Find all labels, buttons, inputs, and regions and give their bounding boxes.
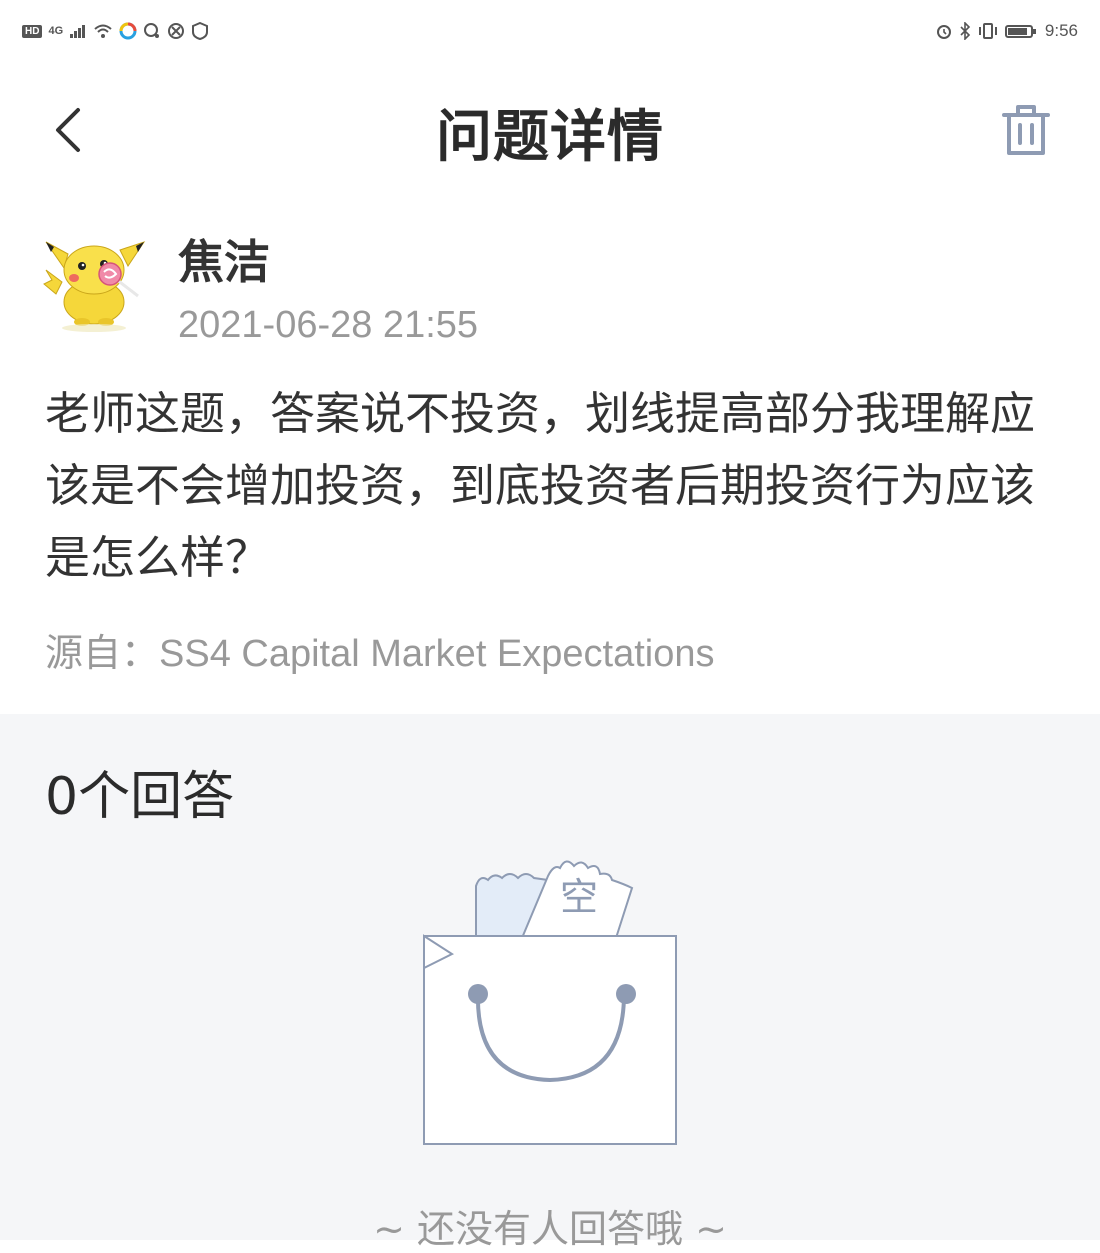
question-source: 源自：SS4 Capital Market Expectations — [45, 622, 715, 677]
signal-icon — [70, 25, 86, 38]
answers-count: 0个回答 — [45, 767, 235, 827]
shield-notification-icon — [192, 22, 209, 40]
source-label: 源自： — [45, 631, 160, 675]
question-card: 焦洁 2021-06-28 21:55 老师这题，答案说不投资，划线提高部分我理… — [0, 202, 1100, 714]
app-notification-icon — [119, 22, 137, 40]
source-value[interactable]: SS4 Capital Market Expectations — [159, 633, 715, 675]
battery-icon — [1004, 24, 1036, 38]
status-time: 9:56 — [1044, 21, 1078, 40]
trash-icon — [1002, 105, 1050, 155]
chat-notification-icon — [144, 23, 160, 38]
wifi-icon — [94, 24, 112, 38]
hd-badge: HD — [22, 24, 43, 38]
status-bar-left: HD 4G — [22, 22, 209, 40]
empty-bag-icon: 空 — [423, 860, 677, 1145]
status-bar: HD 4G 9:56 — [0, 0, 1100, 62]
status-bar-right: 9:56 — [935, 21, 1078, 41]
empty-message: ~ 还没有人回答哦 ~ — [373, 1207, 727, 1251]
avatar-image — [43, 241, 146, 332]
network-type-label: 4G — [48, 25, 64, 37]
header: 问题详情 — [0, 62, 1100, 202]
vibrate-icon — [978, 23, 997, 39]
alarm-icon — [936, 25, 951, 39]
bluetooth-icon — [960, 22, 971, 40]
delete-button[interactable] — [994, 98, 1058, 162]
avatar[interactable] — [42, 224, 152, 334]
question-text: 老师这题，答案说不投资，划线提高部分我理解应该是不会增加投资，到底投资者后期投资… — [45, 387, 1036, 584]
browser-notification-icon — [168, 23, 185, 39]
page-title: 问题详情 — [436, 105, 664, 170]
empty-icon-label: 空 — [560, 875, 598, 919]
post-time: 2021-06-28 21:55 — [178, 304, 479, 346]
answers-section: 0个回答 空 ~ 还没有人回答哦 ~ — [0, 714, 1100, 1251]
author-name: 焦洁 — [178, 235, 270, 289]
